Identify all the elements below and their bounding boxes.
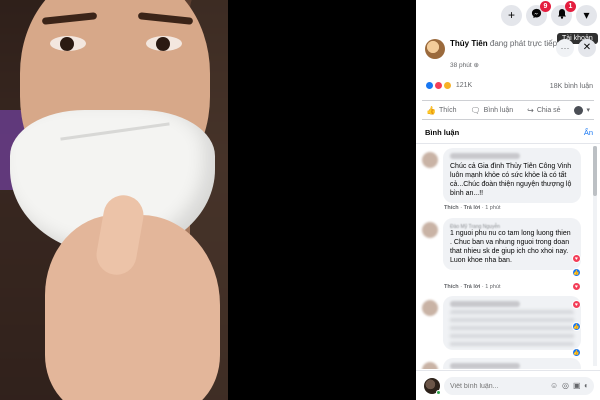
like-reaction-icon bbox=[425, 81, 434, 90]
live-video[interactable] bbox=[0, 0, 416, 400]
floating-like-reaction: 👍 bbox=[572, 348, 581, 357]
comment-item-blurred bbox=[422, 358, 590, 369]
commenter-avatar[interactable] bbox=[422, 300, 438, 316]
comment-actions: Thích · Trả lời · 1 phút bbox=[444, 205, 501, 211]
top-bar: + 9 1 ▾ Tài khoản bbox=[416, 0, 600, 44]
commenter-avatar[interactable] bbox=[422, 152, 438, 168]
comment-bubble bbox=[443, 296, 581, 350]
share-label: Chia sẻ bbox=[536, 106, 561, 114]
share-button[interactable]: ↪ Chia sẻ bbox=[523, 106, 564, 115]
online-indicator bbox=[436, 390, 441, 395]
comment-item: Đào Mỹ Trang Nguyễn 1 nguoi phu nu co ta… bbox=[422, 218, 590, 284]
reaction-profile-selector[interactable]: ▾ bbox=[570, 105, 594, 115]
close-icon: ✕ bbox=[582, 42, 592, 53]
profile-mini-avatar bbox=[574, 105, 584, 115]
comment-like-link[interactable]: Thích bbox=[444, 205, 459, 211]
commenter-avatar[interactable] bbox=[422, 222, 438, 238]
commenter-name-blurred bbox=[450, 363, 520, 369]
comments-scrollbar[interactable] bbox=[593, 146, 597, 366]
commenter-name-blurred bbox=[450, 301, 520, 307]
more-icon: ··· bbox=[560, 43, 570, 53]
camera-icon[interactable]: ◎ bbox=[562, 381, 569, 390]
comment-input[interactable] bbox=[444, 377, 594, 395]
post-time[interactable]: 38 phút bbox=[450, 62, 472, 69]
author-avatar[interactable] bbox=[425, 39, 445, 59]
floating-like-reaction: 👍 bbox=[572, 322, 581, 331]
reaction-stats: 121K 18K bình luận bbox=[425, 81, 595, 95]
comment-time[interactable]: 1 phút bbox=[485, 205, 500, 211]
like-label: Thích bbox=[438, 106, 457, 114]
floating-like-reaction: 👍 bbox=[572, 268, 581, 277]
messenger-badge: 9 bbox=[540, 1, 551, 12]
notifications-button[interactable]: 1 bbox=[551, 1, 576, 26]
post-actions: 👍 Thích 🗨 Bình luận ↪ Chia sẻ ▾ bbox=[422, 100, 594, 120]
video-brow-left bbox=[41, 12, 98, 25]
commenter-name-blurred bbox=[450, 153, 520, 159]
comment-like-link[interactable]: Thích bbox=[444, 284, 459, 290]
comment-text-blurred bbox=[450, 310, 574, 350]
comment-icon: 🗨 bbox=[470, 105, 481, 115]
love-reaction-icon bbox=[433, 81, 443, 90]
video-eye-left bbox=[50, 36, 86, 51]
hide-comments-link[interactable]: Ẩn bbox=[584, 128, 593, 137]
floating-love-reaction: ♥ bbox=[572, 300, 581, 309]
create-icon: + bbox=[507, 8, 515, 22]
create-button[interactable]: + bbox=[501, 5, 522, 26]
post-header: Thủy Tiên đang phát trực tiếp 38 phút ⊕ … bbox=[416, 37, 600, 77]
comment-reply-link[interactable]: Trả lời bbox=[464, 205, 481, 211]
globe-icon: ⊕ bbox=[473, 62, 479, 69]
video-frame bbox=[0, 0, 228, 400]
comment-bubble: Đào Mỹ Trang Nguyễn 1 nguoi phu nu co ta… bbox=[443, 218, 581, 270]
post-meta: 38 phút ⊕ bbox=[450, 61, 479, 69]
comment-bubble: Chúc cả Gia đình Thủy Tiên Công Vinh luô… bbox=[443, 148, 581, 203]
comments-title: Bình luận bbox=[425, 128, 460, 137]
more-options-button[interactable]: ··· bbox=[556, 39, 574, 57]
comment-reply-link[interactable]: Trả lời bbox=[464, 284, 481, 290]
bell-icon bbox=[557, 8, 567, 22]
chevron-down-icon: ▾ bbox=[583, 8, 590, 22]
comment-time[interactable]: 1 phút bbox=[485, 284, 500, 290]
share-icon: ↪ bbox=[527, 105, 534, 115]
care-reaction-icon bbox=[442, 81, 452, 90]
like-button[interactable]: 👍 Thích bbox=[422, 106, 460, 115]
comment-label: Bình luận bbox=[483, 106, 514, 114]
author-name[interactable]: Thủy Tiên bbox=[450, 39, 488, 48]
commenter-name[interactable]: Đào Mỹ Trang Nguyễn bbox=[450, 223, 574, 230]
close-button[interactable]: ✕ bbox=[578, 39, 596, 57]
comment-text: Chúc cả Gia đình Thủy Tiên Công Vinh luô… bbox=[450, 163, 572, 197]
reaction-count[interactable]: 121K bbox=[456, 82, 472, 89]
thumbs-up-icon: 👍 bbox=[426, 105, 436, 115]
floating-love-reaction: ♥ bbox=[572, 254, 581, 263]
scrollbar-thumb[interactable] bbox=[593, 146, 597, 196]
post-panel: + 9 1 ▾ Tài khoản Thủy Tiên đang phát tr… bbox=[416, 0, 600, 400]
emoji-icon[interactable]: ☺ bbox=[550, 381, 558, 390]
comment-actions: Thích · Trả lời · 1 phút bbox=[444, 284, 501, 290]
floating-love-reaction: ♥ bbox=[572, 282, 581, 291]
comment-bubble bbox=[443, 358, 581, 369]
messenger-button[interactable]: 9 bbox=[526, 1, 551, 26]
video-brow-right bbox=[137, 12, 194, 25]
comment-composer: ☺ ◎ ▣ ◐ bbox=[416, 370, 600, 400]
gif-icon[interactable]: ▣ bbox=[573, 381, 581, 390]
notifications-badge: 1 bbox=[565, 1, 576, 12]
comments-header: Bình luận Ẩn bbox=[425, 128, 595, 137]
comment-text: 1 nguoi phu nu co tam long luong thien .… bbox=[450, 230, 571, 264]
sticker-icon[interactable]: ◐ bbox=[584, 381, 589, 390]
account-button[interactable]: ▾ bbox=[576, 5, 597, 26]
commenter-avatar[interactable] bbox=[422, 362, 438, 369]
comment-item-blurred bbox=[422, 296, 590, 352]
comment-item: Chúc cả Gia đình Thủy Tiên Công Vinh luô… bbox=[422, 148, 590, 210]
author-line: Thủy Tiên đang phát trực tiếp bbox=[450, 39, 560, 49]
comment-button[interactable]: 🗨 Bình luận bbox=[466, 106, 517, 115]
live-status: đang phát trực tiếp bbox=[489, 39, 558, 48]
video-eye-right bbox=[146, 36, 182, 51]
chevron-down-icon: ▾ bbox=[586, 107, 590, 114]
comment-count[interactable]: 18K bình luận bbox=[550, 83, 593, 90]
